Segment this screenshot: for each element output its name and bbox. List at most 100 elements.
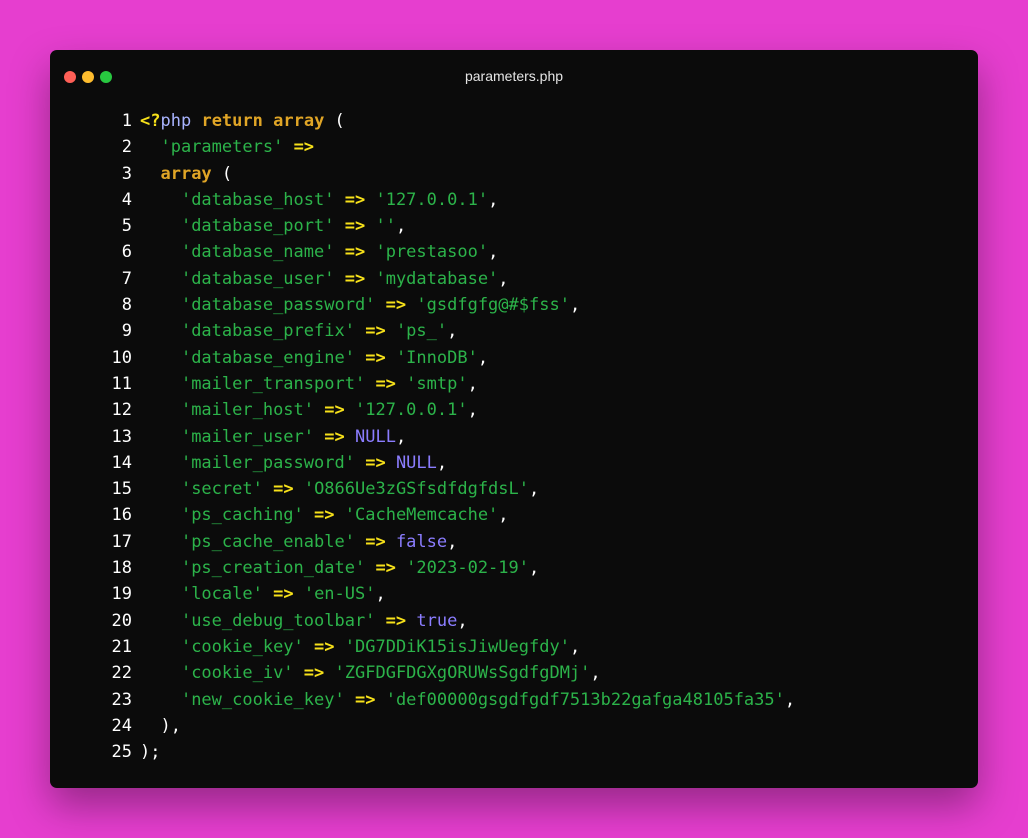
code-token: => — [344, 242, 366, 263]
window-title: parameters.php — [464, 68, 564, 84]
code-token: , — [590, 663, 601, 684]
code-line: 23 'new_cookie_key' => 'def00000gsgdfgdf… — [50, 687, 978, 713]
code-line: 24 ), — [50, 713, 978, 739]
code-token: php — [160, 111, 192, 131]
line-number: 4 — [121, 189, 132, 210]
code-line: 1 <?php return array ( — [50, 108, 978, 134]
line-number: 16 — [111, 505, 132, 526]
code-token: => — [303, 663, 325, 684]
code-token: 'en-US' — [303, 584, 376, 605]
code-line-content: 'database_engine' => 'InnoDB', — [140, 345, 488, 371]
code-line-content: 'secret' => 'O866Ue3zGSfsdfdgfdsL', — [140, 476, 539, 502]
code-token: , — [529, 479, 540, 500]
code-line-content: 'mailer_user' => NULL, — [140, 424, 406, 450]
code-line-content: ), — [140, 713, 180, 739]
code-token: 'gsdfgfg@#$fss' — [416, 295, 570, 316]
code-line-content: 'new_cookie_key' => 'def00000gsgdfgdf751… — [140, 687, 795, 713]
code-token: 'locale' — [180, 584, 263, 605]
code-token: false — [395, 531, 448, 552]
code-token: array — [273, 111, 325, 131]
code-token: , — [488, 189, 499, 210]
code-token: => — [314, 505, 335, 526]
code-token: => — [273, 479, 294, 500]
code-line-content: <?php return array ( — [140, 108, 345, 134]
code-token: 'database_prefix' — [180, 321, 355, 342]
code-line-content: 'database_name' => 'prestasoo', — [140, 239, 498, 265]
code-line-content: 'mailer_host' => '127.0.0.1', — [140, 397, 478, 423]
code-token: '127.0.0.1' — [375, 189, 489, 210]
code-line: 21 'cookie_key' => 'DG7DDiK15isJiwUegfdy… — [50, 634, 978, 660]
code-line-content: 'ps_creation_date' => '2023-02-19', — [140, 555, 539, 581]
code-token: , — [488, 242, 499, 263]
code-token: ); — [140, 742, 161, 763]
code-token: => — [354, 689, 376, 710]
code-token: 'O866Ue3zGSfsdfdgfdsL' — [303, 479, 529, 500]
code-token: 'mailer_password' — [180, 452, 355, 473]
code-line: 14 'mailer_password' => NULL, — [50, 450, 978, 476]
code-token: , — [498, 505, 509, 526]
code-line-content: 'parameters' => — [140, 134, 314, 160]
line-number: 24 — [111, 715, 132, 736]
code-line: 3 array ( — [50, 161, 978, 187]
code-token: => — [385, 295, 407, 316]
code-token: 'mailer_host' — [180, 400, 315, 421]
code-token: , — [467, 400, 478, 421]
code-line-content: 'database_user' => 'mydatabase', — [140, 266, 509, 292]
code-token: , — [447, 321, 458, 342]
code-token: => — [385, 610, 407, 631]
code-token: return — [201, 111, 263, 131]
code-line: 22 'cookie_iv' => 'ZGFDGFDGXgORUWsSgdfgD… — [50, 660, 978, 686]
code-line: 16 'ps_caching' => 'CacheMemcache', — [50, 502, 978, 528]
line-number: 7 — [121, 268, 132, 289]
code-line: 18 'ps_creation_date' => '2023-02-19', — [50, 555, 978, 581]
code-line: 11 'mailer_transport' => 'smtp', — [50, 371, 978, 397]
code-token: 'database_user' — [180, 268, 335, 289]
code-line-content: 'ps_cache_enable' => false, — [140, 529, 457, 555]
code-editor[interactable]: 1 <?php return array (2 'parameters' => 3 … — [50, 108, 978, 765]
code-token: , — [529, 558, 540, 579]
code-token: 'secret' — [180, 479, 263, 500]
code-token: 'database_port' — [180, 216, 335, 237]
code-token: , — [569, 636, 581, 657]
code-line-content: 'database_prefix' => 'ps_', — [140, 318, 457, 344]
code-token: 'database_engine' — [180, 347, 355, 368]
code-token: , — [477, 347, 489, 368]
code-line-content: 'database_host' => '127.0.0.1', — [140, 187, 498, 213]
code-token: 'database_name' — [180, 242, 335, 263]
code-token: 'ps_creation_date' — [180, 558, 366, 579]
code-token: => — [324, 426, 345, 447]
code-line: 7 'database_user' => 'mydatabase', — [50, 266, 978, 292]
code-token: => — [365, 531, 386, 552]
code-token: => — [375, 558, 396, 579]
code-line-content: 'ps_caching' => 'CacheMemcache', — [140, 502, 509, 528]
code-line: 17 'ps_cache_enable' => false, — [50, 529, 978, 555]
